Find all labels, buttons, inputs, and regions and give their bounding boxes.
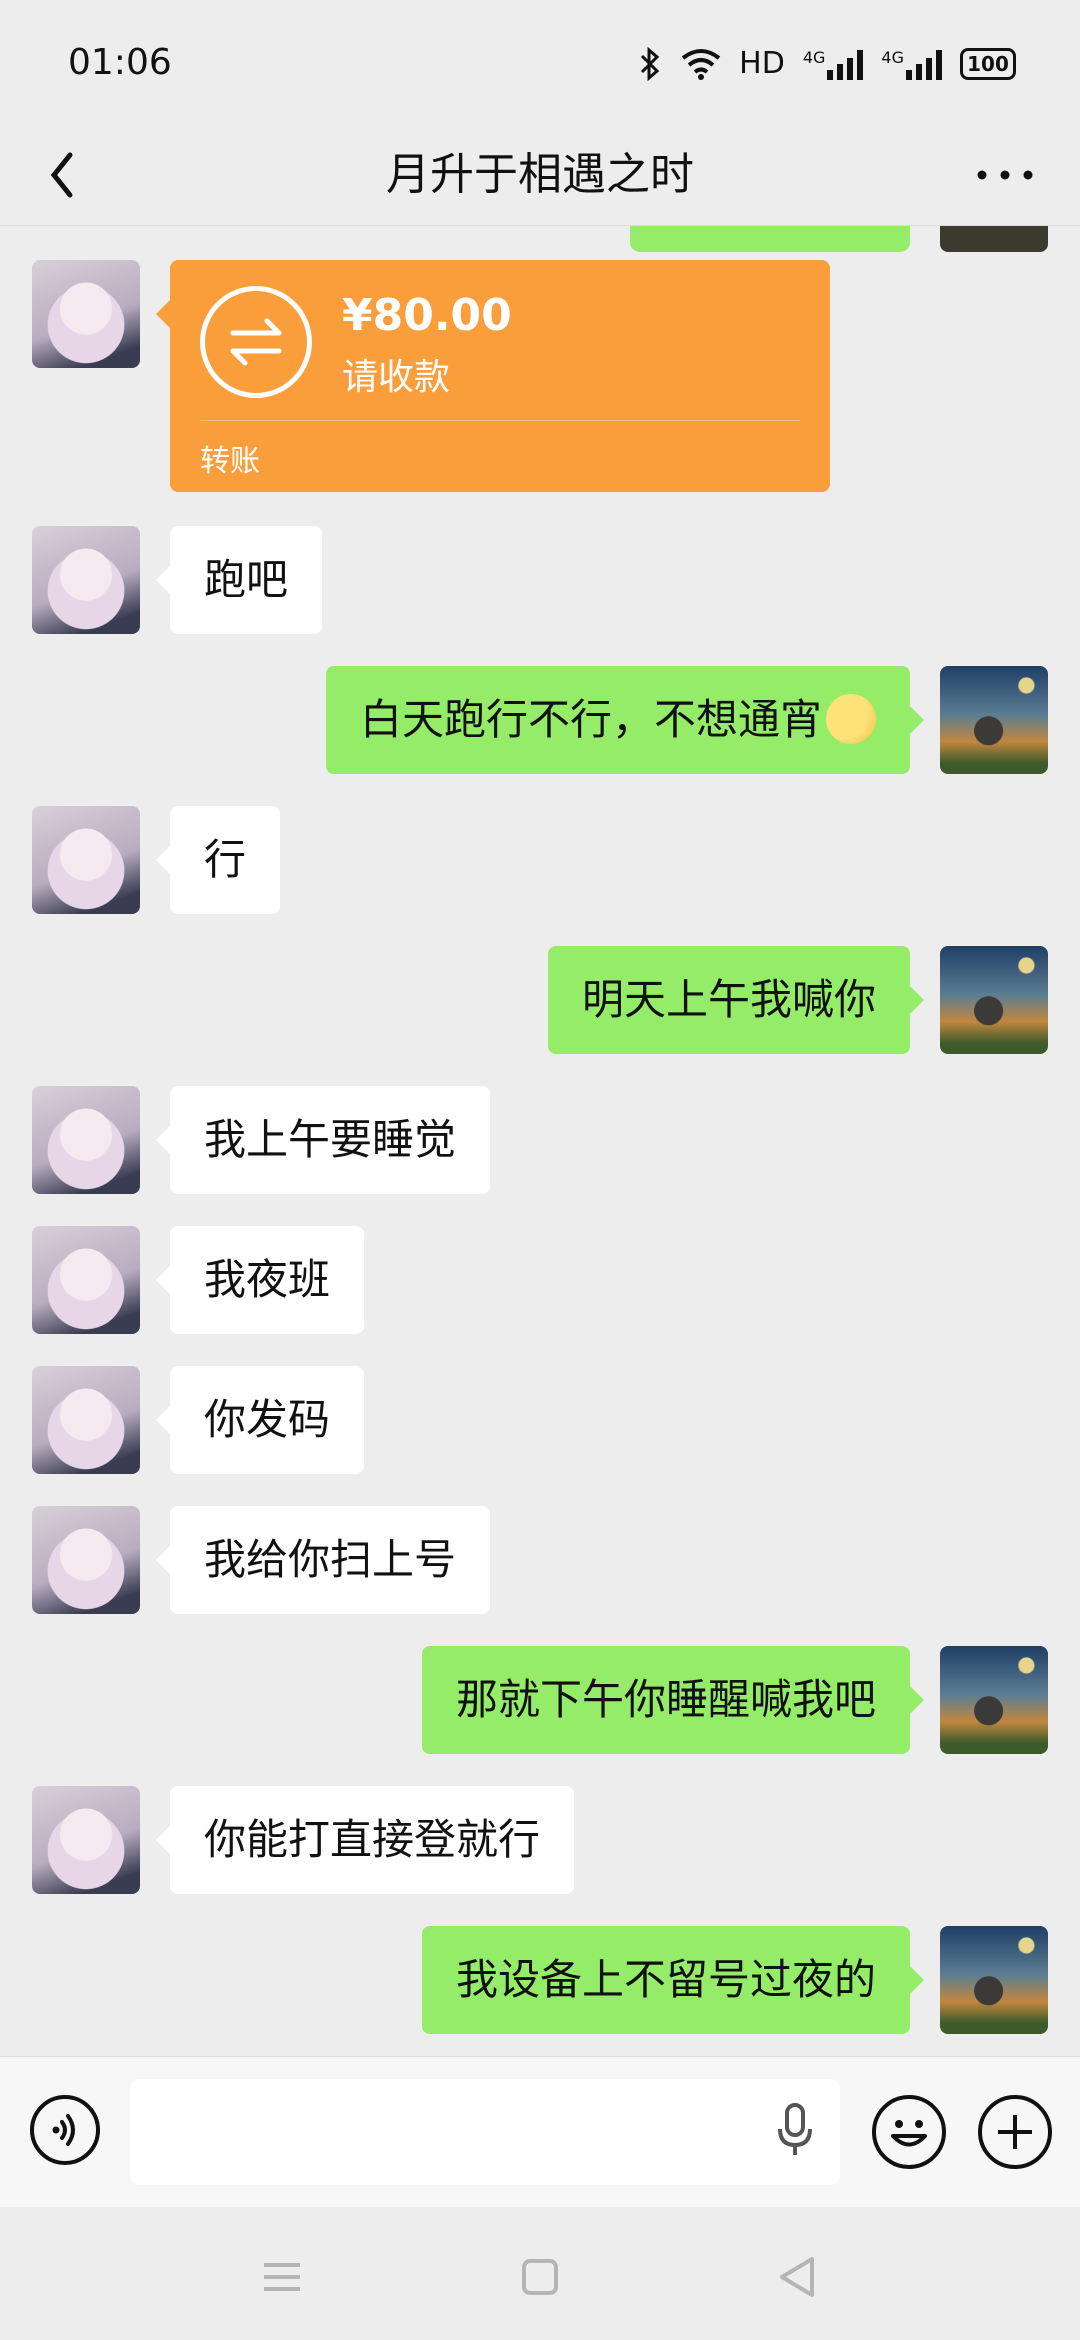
smiley-icon <box>891 2120 927 2147</box>
message-bubble[interactable]: 我上午要睡觉 <box>155 1086 491 1194</box>
message-row: 明天上午我喊你 <box>0 946 1080 1054</box>
message-row-transfer: ¥80.00 请收款 转账 <box>0 260 1080 492</box>
message-row: 那就下午你睡醒喊我吧 <box>0 1646 1080 1754</box>
message-row: 我给你扫上号 <box>0 1506 1080 1614</box>
message-row: 跑吧 <box>0 526 1080 634</box>
avatar[interactable] <box>940 1926 1048 2034</box>
message-bubble[interactable]: 我设备上不留号过夜的 <box>421 1926 925 2034</box>
rolling-laughing-emoji-icon <box>826 693 876 744</box>
system-nav-bar <box>0 2207 1080 2340</box>
avatar[interactable] <box>32 1786 140 1894</box>
message-bubble[interactable]: 你发码 <box>155 1366 365 1474</box>
message-bubble[interactable]: 跑吧 <box>155 526 323 634</box>
avatar[interactable] <box>32 806 140 914</box>
message-bubble[interactable]: 我夜班 <box>155 1226 365 1334</box>
message-bubble[interactable]: 我给你扫上号 <box>155 1506 491 1614</box>
microphone-icon[interactable] <box>770 2101 820 2161</box>
hd-indicator: HD <box>739 46 785 81</box>
transfer-label: 转账 <box>200 444 260 479</box>
avatar[interactable] <box>32 1506 140 1614</box>
chat-header: 月升于相遇之时 <box>0 130 1080 226</box>
signal-icon-2: 4G <box>881 48 942 80</box>
message-row: 我夜班 <box>0 1226 1080 1334</box>
more-dots-icon <box>977 170 1033 180</box>
menu-icon <box>264 2263 300 2291</box>
message-row: 我上午要睡觉 <box>0 1086 1080 1194</box>
avatar[interactable] <box>32 1226 140 1334</box>
divider <box>200 420 800 421</box>
emoji-button[interactable] <box>872 2095 946 2169</box>
avatar[interactable] <box>940 1646 1048 1754</box>
transfer-card[interactable]: ¥80.00 请收款 转账 <box>156 260 830 492</box>
back-triangle-icon <box>780 2257 814 2297</box>
voice-icon <box>52 2114 75 2146</box>
nav-home-button[interactable] <box>510 2247 570 2307</box>
message-bubble[interactable]: 行 <box>155 806 281 914</box>
nav-back-button[interactable] <box>768 2247 828 2307</box>
signal-label-2: 4G <box>881 47 904 67</box>
message-bubble[interactable]: 那就下午你睡醒喊我吧 <box>421 1646 925 1754</box>
more-functions-button[interactable] <box>978 2095 1052 2169</box>
avatar[interactable] <box>32 1366 140 1474</box>
transfer-status: 请收款 <box>342 357 451 398</box>
avatar[interactable] <box>940 666 1048 774</box>
message-bubble-clipped <box>630 226 910 252</box>
status-bar: 01:06 HD 4G 4G 100 <box>0 0 1080 130</box>
message-bubble[interactable]: 白天跑行不行，不想通宵 <box>325 666 925 774</box>
input-bar <box>0 2056 1080 2207</box>
message-row: 我设备上不留号过夜的 <box>0 1926 1080 2034</box>
battery-icon: 100 <box>960 47 1016 80</box>
more-button[interactable] <box>970 140 1040 210</box>
avatar[interactable] <box>940 946 1048 1054</box>
message-input[interactable] <box>130 2079 840 2185</box>
message-row: 你发码 <box>0 1366 1080 1474</box>
bluetooth-icon <box>641 46 660 81</box>
signal-label-1: 4G <box>802 47 826 67</box>
signal-icon-1: 4G <box>803 48 864 80</box>
message-bubble[interactable]: 你能打直接登就行 <box>155 1786 575 1894</box>
nav-menu-button[interactable] <box>252 2247 312 2307</box>
message-bubble[interactable]: 明天上午我喊你 <box>547 946 925 1054</box>
plus-icon <box>998 2115 1032 2149</box>
transfer-amount: ¥80.00 <box>342 290 512 341</box>
message-text: 白天跑行不行，不想通宵 <box>359 695 822 744</box>
transfer-icon <box>200 286 312 398</box>
status-time: 01:06 <box>68 42 172 83</box>
avatar[interactable] <box>32 260 140 368</box>
status-icons: HD 4G 4G 100 <box>637 46 1016 81</box>
message-row: 行 <box>0 806 1080 914</box>
wifi-icon <box>681 48 721 80</box>
chat-messages[interactable]: ¥80.00 请收款 转账 跑吧 白天跑行不行，不想通宵 行 明天上午我喊你 我… <box>0 226 1080 2056</box>
voice-mode-button[interactable] <box>30 2095 100 2165</box>
chat-title: 月升于相遇之时 <box>386 149 694 200</box>
message-row: 白天跑行不行，不想通宵 <box>0 666 1080 774</box>
message-row: 你能打直接登就行 <box>0 1786 1080 1894</box>
avatar[interactable] <box>32 1086 140 1194</box>
avatar[interactable] <box>32 526 140 634</box>
avatar-clipped <box>940 226 1048 252</box>
home-square-icon <box>522 2259 558 2295</box>
